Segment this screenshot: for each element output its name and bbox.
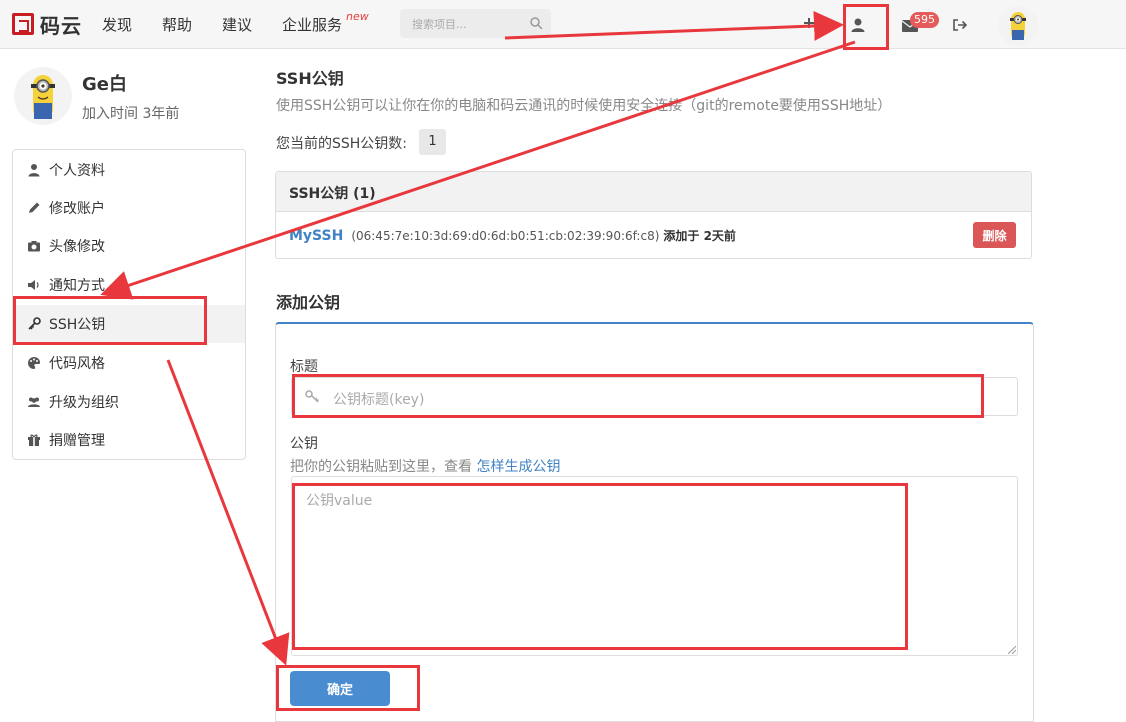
key-count-label: 您当前的SSH公钥数: <box>276 136 408 152</box>
mail-count-badge: 595 <box>910 12 939 28</box>
sidebar-item-avatar[interactable]: 头像修改 <box>13 227 245 265</box>
nav-discover[interactable]: 发现 <box>102 14 132 35</box>
camera-icon <box>28 241 40 252</box>
title-input-placeholder: 公钥标题(key) <box>333 392 425 408</box>
key-name-link[interactable]: MySSH <box>289 228 343 244</box>
brand-name: 码云 <box>40 13 82 38</box>
how-to-generate-link[interactable]: 怎样生成公钥 <box>476 459 560 475</box>
sidebar-item-account[interactable]: 修改账户 <box>13 189 245 227</box>
new-badge: new <box>346 10 369 23</box>
submit-button[interactable]: 确定 <box>290 671 390 706</box>
search-placeholder: 搜索项目... <box>412 18 467 31</box>
minion-avatar-icon <box>31 75 55 119</box>
ssh-keys-header: SSH公钥 (1) <box>276 172 1031 212</box>
profile-avatar[interactable] <box>14 67 72 125</box>
sidebar-item-label: 头像修改 <box>49 239 105 255</box>
avatar[interactable] <box>998 6 1038 46</box>
add-key-title: 添加公钥 <box>276 293 341 312</box>
nav-help[interactable]: 帮助 <box>162 14 192 35</box>
users-icon <box>28 397 40 407</box>
profile-name: Ge白 <box>82 74 127 95</box>
sidebar-item-ssh-keys[interactable]: SSH公钥 <box>13 305 245 343</box>
profile-joined: 加入时间 3年前 <box>82 106 180 122</box>
resize-grip-icon[interactable] <box>1008 646 1016 654</box>
key-help-text: 把你的公钥粘贴到这里，查看 怎样生成公钥 <box>290 456 560 476</box>
page-title: SSH公钥 <box>276 69 344 88</box>
minion-avatar-icon <box>1010 12 1026 40</box>
key-count-badge: 1 <box>419 129 446 155</box>
key-textarea-placeholder: 公钥value <box>306 493 373 509</box>
title-field-label: 标题 <box>290 359 318 375</box>
palette-icon <box>28 356 40 369</box>
sidebar-item-code-style[interactable]: 代码风格 <box>13 344 245 382</box>
sidebar-item-label: 升级为组织 <box>49 395 119 411</box>
search-icon[interactable] <box>529 16 543 30</box>
page-description: 使用SSH公钥可以让你在你的电脑和码云通讯的时候使用安全连接（git的remot… <box>276 98 892 114</box>
nav-enterprise[interactable]: 企业服务 <box>282 14 342 35</box>
key-textarea[interactable] <box>291 476 1018 656</box>
pencil-icon <box>29 202 40 213</box>
plus-icon[interactable] <box>804 18 814 28</box>
sidebar-item-label: 修改账户 <box>49 201 105 217</box>
key-icon <box>28 317 41 330</box>
sidebar-item-label: SSH公钥 <box>49 317 106 333</box>
key-field-label: 公钥 <box>290 436 318 452</box>
sidebar-item-label: 个人资料 <box>49 163 105 179</box>
sidebar-item-profile[interactable]: 个人资料 <box>13 151 245 189</box>
key-added-time: 添加于 2天前 <box>663 229 736 243</box>
volume-icon <box>28 280 39 290</box>
settings-sidebar: 个人资料 修改账户 头像修改 通知方式 SSH公钥 代码风格 升级为组织 捐赠管… <box>12 149 246 460</box>
sidebar-item-label: 捐赠管理 <box>49 433 105 449</box>
logo[interactable]: 码云 <box>12 10 82 38</box>
key-icon <box>305 390 320 403</box>
logo-icon <box>12 13 34 35</box>
list-item: MySSH (06:45:7e:10:3d:69:d0:6d:b0:51:cb:… <box>289 227 736 244</box>
user-icon <box>28 164 40 177</box>
sidebar-item-donation[interactable]: 捐赠管理 <box>13 421 245 459</box>
key-fingerprint: (06:45:7e:10:3d:69:d0:6d:b0:51:cb:02:39:… <box>351 229 660 243</box>
delete-key-button[interactable]: 删除 <box>973 222 1016 248</box>
nav-suggest[interactable]: 建议 <box>222 14 252 35</box>
sidebar-item-notify[interactable]: 通知方式 <box>13 266 245 304</box>
search-input[interactable]: 搜索项目... <box>400 9 551 38</box>
top-navbar: 码云 发现 帮助 建议 企业服务 new 搜索项目... 595 <box>0 0 1126 49</box>
sidebar-item-label: 通知方式 <box>49 278 105 294</box>
gift-icon <box>28 434 40 446</box>
logout-icon[interactable] <box>953 19 967 31</box>
ssh-keys-panel: SSH公钥 (1) MySSH (06:45:7e:10:3d:69:d0:6d… <box>275 171 1032 259</box>
key-help-prefix: 把你的公钥粘贴到这里，查看 <box>290 459 472 475</box>
sidebar-item-upgrade-org[interactable]: 升级为组织 <box>13 383 245 421</box>
user-icon[interactable] <box>850 17 866 33</box>
sidebar-item-label: 代码风格 <box>49 356 105 372</box>
